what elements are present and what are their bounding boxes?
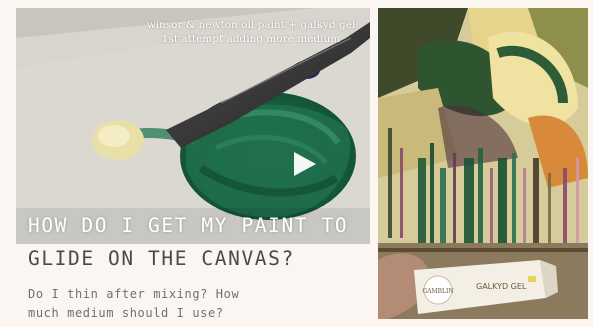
body-line2: much medium should I use? [28, 306, 224, 320]
video-caption-line1: winsor & newton oil paint + galkyd gel [146, 19, 356, 31]
body-line1: Do I thin after mixing? How [28, 287, 240, 301]
play-button[interactable] [290, 150, 318, 178]
video-caption: winsor & newton oil paint + galkyd gel 1… [136, 18, 366, 46]
video-thumbnail[interactable]: winsor & newton oil paint + galkyd gel 1… [16, 8, 370, 244]
tube-brand: GAMBLIN [422, 288, 453, 295]
tube-label: GALKYD GEL [476, 282, 527, 291]
headline-line2: GLIDE ON THE CANVAS? [28, 247, 295, 270]
painting-image: GAMBLIN GALKYD GEL [378, 8, 588, 319]
play-icon [294, 152, 316, 176]
body-text: Do I thin after mixing? How much medium … [28, 285, 328, 323]
video-caption-line2: 1st attempt adding more medium [161, 33, 341, 45]
painting-photo: GAMBLIN GALKYD GEL [378, 8, 588, 319]
headline-line1: HOW DO I GET MY PAINT TO [28, 214, 349, 237]
